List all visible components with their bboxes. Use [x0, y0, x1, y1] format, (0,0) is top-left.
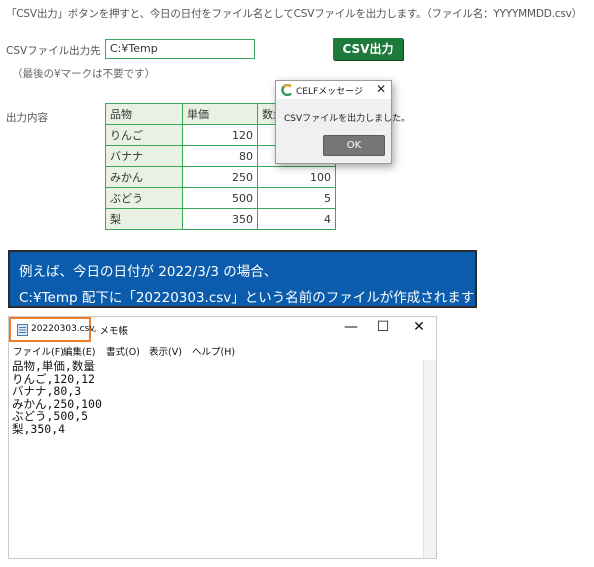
menu-format[interactable]: 書式(O): [106, 344, 140, 358]
menu-view[interactable]: 表示(V): [149, 344, 182, 358]
notepad-line: バナナ,80,3: [12, 384, 82, 399]
table-cell[interactable]: 120: [182, 124, 258, 146]
dialog-titlebar: CELFメッセージ ✕: [276, 81, 391, 99]
menu-edit[interactable]: 編集(E): [63, 344, 95, 358]
dialog-ok-button[interactable]: OK: [323, 135, 385, 156]
close-icon[interactable]: ✕: [409, 319, 429, 335]
notepad-app-name: - メモ帳: [93, 326, 128, 337]
table-header-cell: 品物: [105, 103, 183, 125]
menu-help[interactable]: ヘルプ(H): [192, 344, 235, 358]
table-cell[interactable]: ぶどう: [105, 187, 183, 209]
table-row: 梨 350 4: [105, 208, 336, 230]
table-cell[interactable]: 250: [182, 166, 258, 188]
notepad-file-name: 20220303.csv: [31, 324, 95, 334]
notepad-window: 20220303.csv - メモ帳 — ☐ ✕ ファイル(F) 編集(E) 書…: [8, 316, 437, 559]
table-cell[interactable]: バナナ: [105, 145, 183, 167]
text-file-icon: [17, 324, 28, 336]
notepad-menu-bar: ファイル(F) 編集(E) 書式(O) 表示(V) ヘルプ(H): [9, 342, 436, 359]
path-note: （最後の¥マークは不要です）: [12, 68, 156, 80]
path-label: CSVファイル出力先: [6, 45, 101, 57]
table-row: みかん 250 100: [105, 166, 336, 188]
table-cell[interactable]: 5: [257, 187, 336, 209]
intro-text: 「CSV出力」ボタンを押すと、今日の日付をファイル名としてCSVファイルを出力し…: [6, 8, 582, 20]
table-cell[interactable]: 4: [257, 208, 336, 230]
notepad-line: 梨,350,4: [12, 421, 66, 436]
vertical-scrollbar[interactable]: [423, 360, 436, 558]
table-cell[interactable]: 80: [182, 145, 258, 167]
banner-line-2: C:¥Temp 配下に「20220303.csv」という名前のファイルが作成され…: [19, 290, 475, 306]
content-label: 出力内容: [6, 112, 48, 124]
dialog-title: CELFメッセージ: [296, 87, 363, 97]
menu-file[interactable]: ファイル(F): [13, 344, 64, 358]
output-path-input[interactable]: C:¥Temp: [105, 39, 255, 59]
table-cell[interactable]: 100: [257, 166, 336, 188]
table-header-cell: 単価: [182, 103, 258, 125]
notepad-line: ぶどう,500,5: [12, 409, 89, 424]
celf-logo-icon: [281, 84, 292, 96]
table-cell[interactable]: 梨: [105, 208, 183, 230]
dialog-message: CSVファイルを出力しました。: [284, 114, 411, 124]
table-row: ぶどう 500 5: [105, 187, 336, 209]
notepad-text-area[interactable]: 品物,単価,数量 りんご,120,12 バナナ,80,3 みかん,250,100 ぶどう…: [12, 360, 412, 556]
table-cell[interactable]: みかん: [105, 166, 183, 188]
banner-line-1: 例えば、今日の日付が 2022/3/3 の場合、: [19, 264, 278, 280]
csv-export-button[interactable]: CSV出力: [333, 38, 403, 60]
minimize-icon[interactable]: —: [341, 319, 361, 335]
example-banner: 例えば、今日の日付が 2022/3/3 の場合、 C:¥Temp 配下に「202…: [8, 250, 477, 308]
table-cell[interactable]: 500: [182, 187, 258, 209]
notepad-line: 品物,単価,数量: [12, 359, 95, 373]
message-dialog: CELFメッセージ ✕ CSVファイルを出力しました。 OK: [275, 80, 410, 164]
maximize-icon[interactable]: ☐: [373, 319, 393, 335]
dialog-close-icon[interactable]: ✕: [376, 82, 386, 96]
table-cell[interactable]: 350: [182, 208, 258, 230]
table-cell[interactable]: りんご: [105, 124, 183, 146]
notepad-title-highlight: 20220303.csv: [9, 317, 95, 342]
